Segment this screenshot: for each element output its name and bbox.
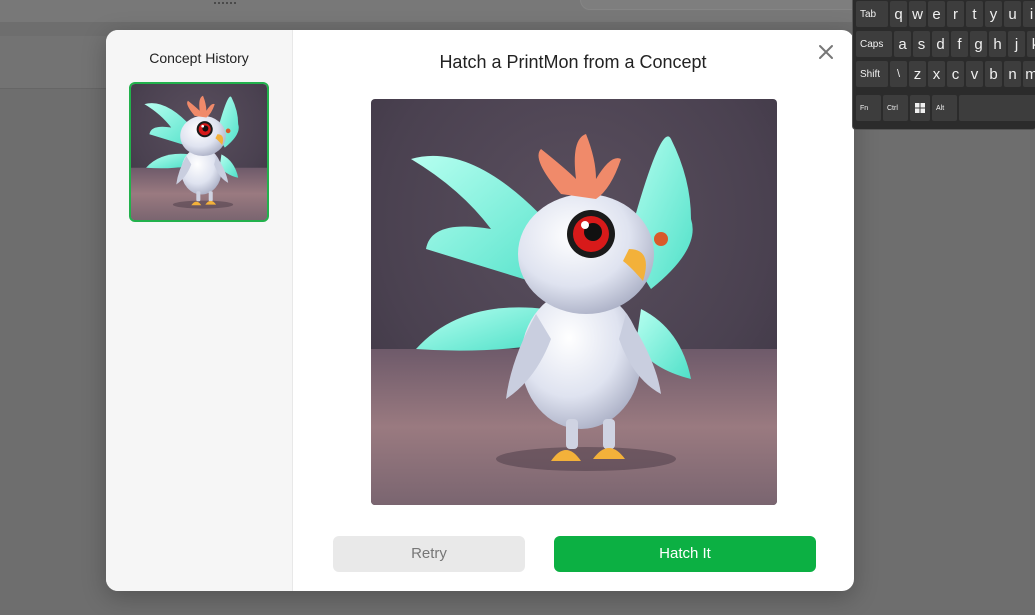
- key-c[interactable]: c: [947, 61, 964, 87]
- key-g[interactable]: g: [970, 31, 987, 57]
- key-r[interactable]: r: [947, 1, 964, 27]
- hatch-modal: Concept History Hatch a PrintMon from a …: [106, 30, 854, 591]
- key-ctrl[interactable]: Ctrl: [883, 95, 908, 121]
- concept-history-title: Concept History: [149, 50, 249, 66]
- key-f[interactable]: f: [951, 31, 968, 57]
- bird-thumbnail-image: [131, 84, 267, 220]
- key-shift[interactable]: Shift: [856, 61, 888, 87]
- key-z[interactable]: z: [909, 61, 926, 87]
- key-windows[interactable]: [910, 95, 930, 121]
- modal-title: Hatch a PrintMon from a Concept: [439, 52, 707, 72]
- windows-icon: [915, 103, 925, 113]
- key-d[interactable]: d: [932, 31, 949, 57]
- background-search-bar: [580, 0, 882, 10]
- concept-history-panel: Concept History: [106, 30, 293, 591]
- key-s[interactable]: s: [913, 31, 930, 57]
- background-fragment: [214, 0, 236, 4]
- key-fn[interactable]: Fn: [856, 95, 881, 121]
- key-tab[interactable]: Tab: [856, 1, 888, 27]
- key-i[interactable]: i: [1023, 1, 1035, 27]
- close-icon: [819, 45, 833, 59]
- key-v[interactable]: v: [966, 61, 983, 87]
- key-j[interactable]: j: [1008, 31, 1025, 57]
- key-q[interactable]: q: [890, 1, 907, 27]
- key-b[interactable]: b: [985, 61, 1002, 87]
- key-k[interactable]: k: [1027, 31, 1035, 57]
- concept-thumbnail[interactable]: [129, 82, 269, 222]
- key-x[interactable]: x: [928, 61, 945, 87]
- hatch-it-button[interactable]: Hatch It: [554, 536, 816, 572]
- key-y[interactable]: y: [985, 1, 1002, 27]
- key-t[interactable]: t: [966, 1, 983, 27]
- close-button[interactable]: [814, 40, 838, 64]
- key-u[interactable]: u: [1004, 1, 1021, 27]
- key-w[interactable]: w: [909, 1, 926, 27]
- key-backslash[interactable]: \: [890, 61, 907, 87]
- key-h[interactable]: h: [989, 31, 1006, 57]
- key-alt[interactable]: Alt: [932, 95, 957, 121]
- retry-button[interactable]: Retry: [333, 536, 525, 572]
- bird-creature-image: [371, 99, 777, 505]
- concept-preview-image: [371, 99, 777, 505]
- key-a[interactable]: a: [894, 31, 911, 57]
- key-caps[interactable]: Caps: [856, 31, 892, 57]
- key-m[interactable]: m: [1023, 61, 1035, 87]
- on-screen-keyboard: Tab q w e r t y u i Caps a s d f g h j k…: [852, 0, 1035, 130]
- key-space[interactable]: [959, 95, 1035, 121]
- key-n[interactable]: n: [1004, 61, 1021, 87]
- key-e[interactable]: e: [928, 1, 945, 27]
